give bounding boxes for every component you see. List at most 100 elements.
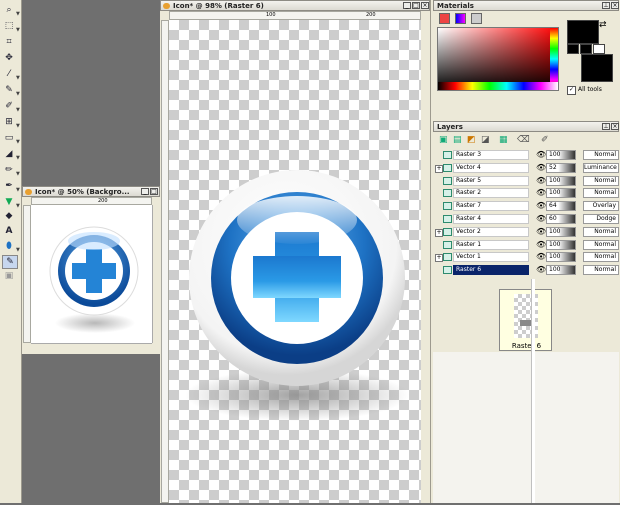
layer-name[interactable]: Raster 7 [453,201,529,212]
layer-row[interactable]: + Vector 4 👁 52 Luminance [433,162,619,175]
visibility-eye-icon[interactable]: 👁 [536,189,546,197]
all-tools-checkbox[interactable]: ✓ [567,86,576,95]
move-icon[interactable]: ✥ [2,52,16,64]
new-mask-layer-icon[interactable]: ◪ [481,135,490,145]
opacity-slider[interactable]: 100 [546,252,576,263]
layer-row[interactable]: + Vector 2 👁 100 Normal [433,226,619,239]
expand-toggle[interactable]: + [435,228,443,237]
blend-mode-select[interactable]: Normal [583,175,619,186]
maximize-button[interactable]: □ [150,188,158,195]
crop-icon[interactable]: ⌗ [2,36,16,48]
layer-name[interactable]: Vector 4 [453,162,529,173]
visibility-eye-icon[interactable]: 👁 [536,202,546,210]
draw-icon[interactable]: ✎ [2,255,18,269]
new-adjustment-layer-icon[interactable]: ◩ [467,135,476,145]
layer-row[interactable]: Raster 4 👁 60 Dodge [433,213,619,226]
materials-titlebar[interactable]: Materials ⊥ × [433,0,619,11]
pin-icon[interactable]: ⊥ [602,2,610,9]
layer-name[interactable]: Vector 2 [453,226,529,237]
visibility-eye-icon[interactable]: 👁 [536,151,546,159]
close-button[interactable]: × [421,2,429,9]
pen-icon[interactable]: ✎ ▼ [2,84,20,97]
clone-icon[interactable]: ⊞ ▼ [2,116,20,129]
expand-toggle[interactable]: + [435,164,443,173]
layer-name[interactable]: Raster 1 [453,239,529,250]
blend-mode-select[interactable]: Normal [583,265,619,276]
paint-icon[interactable]: ✏ ▼ [2,164,20,177]
fill-icon[interactable]: ◢ ▼ [2,148,20,161]
pattern-style-icon[interactable] [593,44,605,54]
materials-tab-patterns[interactable] [471,13,482,24]
visibility-eye-icon[interactable]: 👁 [536,253,546,261]
minimize-button[interactable]: _ [141,188,149,195]
dropper-color-icon[interactable]: ◆ [2,210,16,222]
opacity-slider[interactable]: 100 [546,150,576,160]
opacity-slider[interactable]: 100 [546,239,576,250]
new-raster-layer-icon[interactable]: ▣ [439,135,448,145]
opacity-slider[interactable]: 100 [546,188,576,199]
layers-titlebar[interactable]: Layers ⊥ × [433,121,619,132]
visibility-eye-icon[interactable]: 👁 [536,163,546,172]
pin-icon[interactable]: ⊥ [602,123,610,130]
horizontal-scrollbar[interactable] [31,343,152,351]
opacity-slider[interactable]: 52 [546,162,576,173]
layer-name[interactable]: Raster 5 [453,175,529,186]
new-vector-layer-icon[interactable]: ▤ [453,135,462,145]
materials-tab-swatches[interactable] [455,13,466,24]
vertical-scrollbar[interactable] [152,205,160,343]
dropper-icon[interactable]: ⁄ ▼ [2,68,20,81]
delete-layer-icon[interactable]: ⌫ [517,135,530,145]
layer-row[interactable]: Raster 1 👁 100 Normal [433,239,619,252]
visibility-eye-icon[interactable]: 👁 [536,266,546,274]
color-picker-field[interactable] [437,27,559,91]
stroke-style-icon[interactable] [567,44,579,54]
foreground-swatch[interactable] [567,20,599,44]
retouch-icon[interactable]: ✒ ▼ [2,180,20,193]
blend-mode-select[interactable]: Normal [583,226,619,237]
blend-mode-select[interactable]: Normal [583,188,619,199]
swap-colors-icon[interactable]: ⇄ [599,20,613,32]
layer-properties-icon[interactable]: ✐ [541,135,549,145]
vector-icon[interactable]: ⬮ ▼ [2,240,20,253]
visibility-eye-icon[interactable]: 👁 [536,240,546,249]
layer-name[interactable]: Raster 3 [453,150,529,160]
blend-mode-select[interactable]: Overlay [583,201,619,212]
layer-name[interactable]: Vector 1 [453,252,529,263]
small-window-titlebar[interactable]: Icon* @ 50% (Backgro... _ □ [22,186,160,197]
blend-mode-select[interactable]: Normal [583,150,619,160]
background-swatch[interactable] [581,54,613,82]
picture-tube-icon[interactable]: ▣ [2,270,16,282]
selection-icon[interactable]: ⬚ ▼ [2,20,20,33]
shape-icon[interactable]: ▭ ▼ [2,132,20,145]
layer-name[interactable]: Raster 6 [453,265,529,276]
gradient-style-icon[interactable] [580,44,592,54]
layer-row[interactable]: Raster 6 👁 100 Normal [433,264,619,277]
layers-scrollbar[interactable] [531,279,535,503]
opacity-slider[interactable]: 100 [546,265,576,276]
opacity-slider[interactable]: 100 [546,226,576,237]
zoom-icon[interactable]: ⌕ ▼ [2,4,19,17]
layer-row[interactable]: Raster 7 👁 64 Overlay [433,200,619,213]
layer-name[interactable]: Raster 4 [453,214,529,224]
expand-toggle[interactable]: + [435,254,443,263]
layer-row[interactable]: Raster 2 👁 100 Normal [433,187,619,200]
blend-mode-select[interactable]: Luminance [583,162,619,173]
opacity-slider[interactable]: 100 [546,175,576,186]
blend-mode-select[interactable]: Normal [583,252,619,263]
layer-name[interactable]: Raster 2 [453,188,529,199]
minimize-button[interactable]: _ [403,2,411,9]
blend-mode-select[interactable]: Dodge [583,214,619,224]
visibility-eye-icon[interactable]: 👁 [536,227,546,236]
close-button[interactable]: × [611,123,619,130]
opacity-slider[interactable]: 64 [546,201,576,212]
blend-mode-select[interactable]: Normal [583,239,619,250]
layer-row[interactable]: Raster 5 👁 100 Normal [433,175,619,188]
close-button[interactable]: × [611,2,619,9]
layer-row[interactable]: Raster 3 👁 100 Normal [433,149,619,162]
main-window-titlebar[interactable]: Icon* @ 98% (Raster 6) _ □ × [160,0,430,11]
brush-icon[interactable]: ✐ ▼ [2,100,20,113]
opacity-slider[interactable]: 60 [546,214,576,224]
eraser-icon[interactable]: ▼ ▼ [2,196,20,209]
maximize-button[interactable]: □ [412,2,420,9]
materials-tab-frame[interactable] [439,13,450,24]
